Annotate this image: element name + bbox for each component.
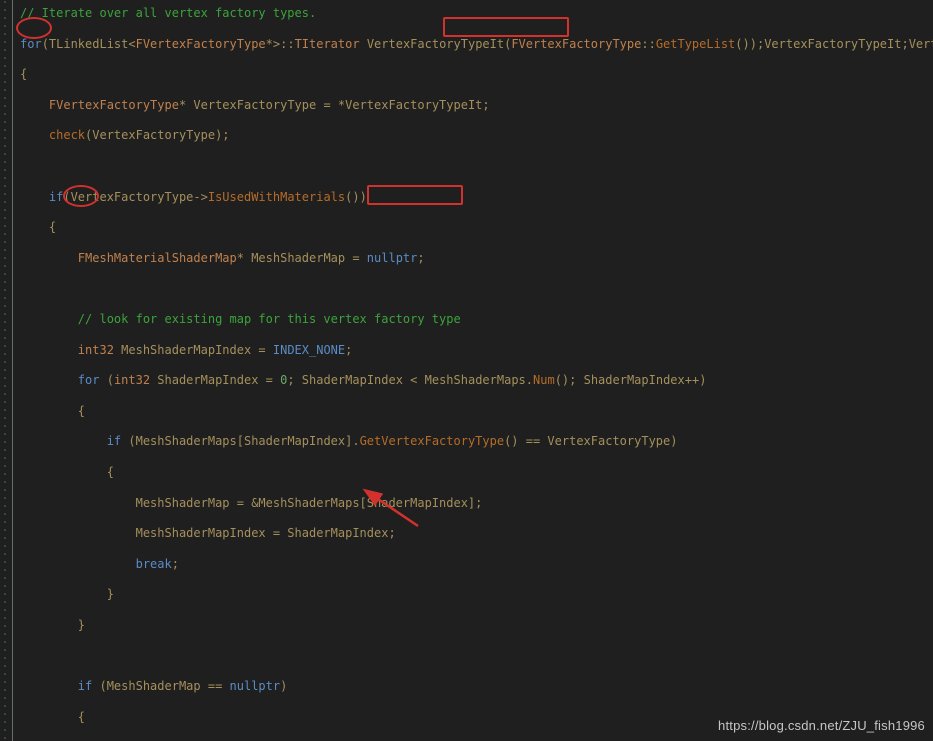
kw-for-inner: for [78,373,100,387]
code-block: // Iterate over all vertex factory types… [0,0,933,741]
kw-for: for [20,37,42,51]
comment: // Iterate over all vertex factory types… [20,6,316,20]
watermark-text: https://blog.csdn.net/ZJU_fish1996 [718,718,925,733]
line-gutter [0,0,13,741]
